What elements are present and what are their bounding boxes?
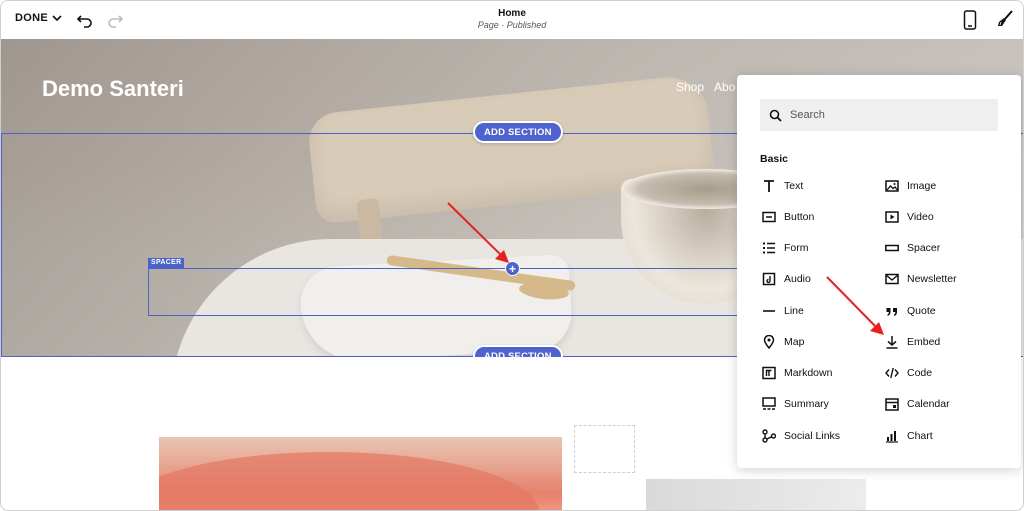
block-item-label: Markdown <box>784 367 833 379</box>
painting-image <box>159 437 562 510</box>
site-title[interactable]: Demo Santeri <box>42 76 184 102</box>
chart-icon <box>886 431 898 443</box>
block-item-embed[interactable]: Embed <box>885 334 940 350</box>
block-item-label: Social Links <box>784 430 841 442</box>
empty-block-placeholder[interactable] <box>574 425 635 473</box>
spacer-block[interactable] <box>148 268 758 316</box>
button-icon <box>762 211 776 223</box>
block-item-chart[interactable]: Chart <box>885 428 933 444</box>
block-item-code[interactable]: Code <box>885 365 932 381</box>
block-item-label: Line <box>784 305 804 317</box>
block-item-quote[interactable]: Quote <box>885 303 936 319</box>
social-links-icon <box>762 429 776 443</box>
map-icon <box>763 335 775 349</box>
nav-link-shop[interactable]: Shop <box>676 80 704 94</box>
video-icon <box>885 211 899 223</box>
page-status: Page · Published <box>477 20 547 30</box>
add-section-button-top[interactable]: ADD SECTION <box>473 121 563 143</box>
search-icon <box>769 109 782 122</box>
mobile-preview-icon[interactable] <box>963 10 977 30</box>
paintbrush-icon[interactable] <box>995 9 1015 29</box>
newsletter-icon <box>885 273 899 285</box>
block-item-label: Embed <box>907 336 941 348</box>
block-item-label: Newsletter <box>907 273 957 285</box>
page-title: Home <box>498 8 526 19</box>
block-item-line[interactable]: Line <box>762 303 804 319</box>
nav-link-about[interactable]: Abo <box>714 80 735 94</box>
quote-icon <box>886 308 897 316</box>
image-icon <box>885 180 899 192</box>
markdown-icon <box>762 366 776 380</box>
block-item-audio[interactable]: Audio <box>762 271 811 287</box>
form-icon <box>763 242 775 254</box>
editor-window: DONE Home Page · Published Demo Santeri … <box>0 0 1024 511</box>
block-picker-panel: Basic Text Button Form Audio Line Map <box>737 75 1021 468</box>
block-item-label: Video <box>907 211 934 223</box>
block-item-label: Quote <box>907 305 936 317</box>
block-item-map[interactable]: Map <box>762 334 804 350</box>
block-item-calendar[interactable]: Calendar <box>885 396 950 412</box>
audio-icon <box>762 272 776 286</box>
search-input[interactable] <box>790 109 980 121</box>
page-info: Home Page · Published <box>1 8 1023 30</box>
block-item-label: Image <box>907 180 937 192</box>
block-item-label: Form <box>784 242 809 254</box>
spacer-icon <box>885 244 899 252</box>
block-item-newsletter[interactable]: Newsletter <box>885 271 957 287</box>
line-icon <box>763 310 775 312</box>
block-item-label: Summary <box>784 398 829 410</box>
gray-image <box>646 479 866 510</box>
block-item-form[interactable]: Form <box>762 240 809 256</box>
add-section-button-bottom[interactable]: ADD SECTION <box>473 345 563 357</box>
code-icon <box>885 367 899 379</box>
block-item-label: Calendar <box>907 398 950 410</box>
site-nav: Shop Abo <box>676 80 735 94</box>
top-bar: DONE Home Page · Published <box>1 1 1023 39</box>
embed-icon <box>886 336 898 349</box>
block-item-markdown[interactable]: Markdown <box>762 365 832 381</box>
search-field[interactable] <box>760 99 998 131</box>
block-item-video[interactable]: Video <box>885 209 934 225</box>
text-icon <box>764 180 774 192</box>
block-item-social-links[interactable]: Social Links <box>762 428 840 444</box>
block-item-label: Chart <box>907 430 933 442</box>
basic-heading: Basic <box>760 153 789 165</box>
block-item-label: Text <box>784 180 804 192</box>
block-item-label: Map <box>784 336 805 348</box>
block-item-image[interactable]: Image <box>885 178 936 194</box>
block-item-label: Spacer <box>907 242 941 254</box>
summary-icon <box>762 397 776 410</box>
calendar-icon <box>885 398 899 411</box>
block-item-label: Audio <box>784 273 811 285</box>
block-item-text[interactable]: Text <box>762 178 803 194</box>
add-block-button[interactable]: + <box>505 261 520 276</box>
block-item-button[interactable]: Button <box>762 209 814 225</box>
block-item-label: Button <box>784 211 815 223</box>
block-item-spacer[interactable]: Spacer <box>885 240 940 256</box>
spacer-tag: SPACER <box>148 258 185 268</box>
block-item-label: Code <box>907 367 933 379</box>
block-item-summary[interactable]: Summary <box>762 396 829 412</box>
